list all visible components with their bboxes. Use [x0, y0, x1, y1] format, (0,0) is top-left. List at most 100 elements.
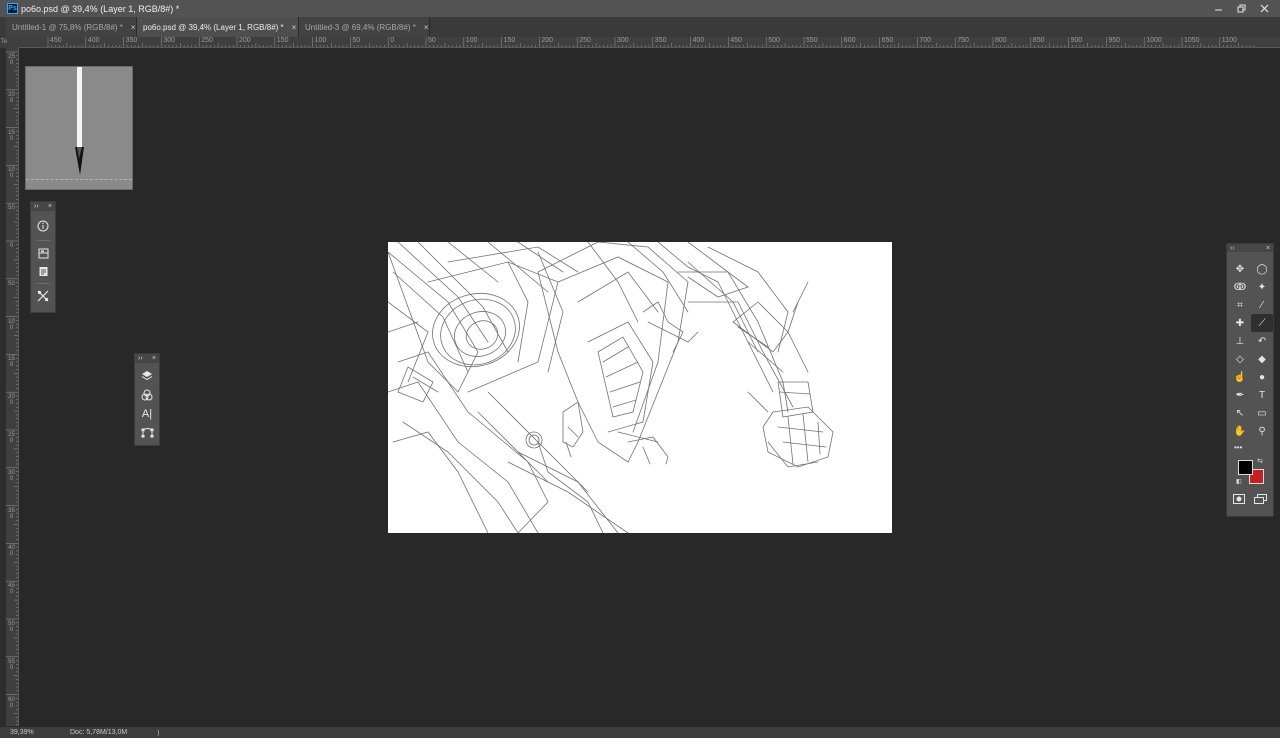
info-icon[interactable] — [31, 215, 55, 237]
healing-brush-tool[interactable]: ✚ — [1229, 314, 1251, 332]
rectangle-tool[interactable]: ▭ — [1251, 404, 1273, 422]
expand-toolbar-icon[interactable]: ›› — [1230, 245, 1235, 252]
more-tools-icon[interactable]: ••• — [1227, 440, 1273, 454]
vertical-ruler[interactable]: 250 200 150 100 50 0 50 100 150 200 250 300 350 400 45… — [6, 48, 19, 726]
smudge-tool[interactable]: ☝ — [1229, 368, 1251, 386]
ruler-label: 400 — [692, 37, 705, 44]
history-brush-tool[interactable]: ↶ — [1251, 332, 1273, 350]
ruler-label: 0 — [9, 243, 14, 249]
layers-mini-panel: ›› × A| — [134, 353, 160, 446]
ruler-label: 150 — [276, 37, 289, 44]
magic-wand-tool[interactable]: ✦ — [1251, 278, 1273, 296]
color-swatches-icon[interactable] — [135, 385, 159, 404]
ruler-label: 350 — [8, 507, 15, 520]
close-toolbar-icon[interactable]: × — [1266, 245, 1270, 252]
eraser-tool[interactable]: ◇ — [1229, 350, 1251, 368]
tab-untitled-3[interactable]: Untitled-3 @ 69,4% (RGB/8#) * × — [299, 17, 430, 37]
brush-tip-preview — [25, 66, 133, 190]
ruler-corner[interactable]: Te — [0, 37, 19, 48]
title-bar: Ps ро6о.psd @ 39,4% (Layer 1, RGB/8#) * — [0, 0, 1280, 17]
close-panel-icon[interactable]: × — [152, 355, 156, 362]
doc-size-info: Doc: 5,78M/13,0M — [70, 729, 128, 736]
zoom-tool[interactable]: ⚲ — [1251, 422, 1273, 440]
ruler-label: 100 — [8, 167, 15, 180]
crop-tool[interactable]: ⌗ — [1229, 296, 1251, 314]
quick-mask-icon[interactable] — [1233, 494, 1245, 504]
ruler-label: 1000 — [1146, 37, 1162, 44]
ruler-label: 400 — [8, 545, 15, 558]
move-tool[interactable]: ✥ — [1229, 260, 1251, 278]
lasso-tool[interactable]: ↂ — [1229, 278, 1251, 296]
tool-grid: ✥ ◯ ↂ ✦ ⌗ ⁄ ✚ ⟋ ⊥ ↶ ◇ ◆ ☝ ● ✒ T ↖ ▭ ✋ ⚲ — [1227, 260, 1273, 440]
character-icon[interactable]: A| — [135, 404, 159, 423]
ruler-label: 550 — [8, 658, 15, 671]
ruler-label: 300 — [8, 469, 15, 482]
ruler-label: 50 — [428, 37, 436, 44]
close-icon — [1260, 4, 1269, 13]
close-window-button[interactable] — [1253, 0, 1276, 17]
tool-presets-icon[interactable] — [31, 287, 55, 305]
foreground-color-swatch[interactable] — [1238, 460, 1253, 475]
tab-label: Untitled-1 @ 75,8% (RGB/8#) * — [12, 22, 123, 32]
elliptical-marquee-tool[interactable]: ◯ — [1251, 260, 1273, 278]
photoshop-logo-icon: Ps — [7, 3, 18, 14]
document-tab-bar: Untitled-1 @ 75,8% (RGB/8#) * × ро6о.psd… — [0, 17, 1280, 37]
hand-tool[interactable]: ✋ — [1229, 422, 1251, 440]
paths-icon[interactable] — [135, 423, 159, 442]
layers-icon[interactable] — [135, 366, 159, 385]
tab-close-icon[interactable]: × — [292, 23, 297, 32]
robot-sketch — [388, 242, 834, 533]
default-colors-icon[interactable]: ◧ — [1236, 478, 1242, 485]
pen-tool[interactable]: ✒ — [1229, 386, 1251, 404]
photoshop-window: Ps ро6о.psd @ 39,4% (Layer 1, RGB/8#) * … — [0, 0, 1280, 738]
expand-panel-icon[interactable]: ›› — [138, 355, 143, 362]
ruler-label: 700 — [919, 37, 932, 44]
path-selection-tool[interactable]: ↖ — [1229, 404, 1251, 422]
close-panel-icon[interactable]: × — [48, 203, 52, 210]
eyedropper-tool[interactable]: ⁄ — [1251, 296, 1273, 314]
minimize-icon — [1215, 9, 1222, 11]
ruler-label: 1050 — [1184, 37, 1200, 44]
expand-panel-icon[interactable]: ›› — [34, 203, 39, 210]
tab-close-icon[interactable]: × — [131, 23, 136, 32]
tab-untitled-1[interactable]: Untitled-1 @ 75,8% (RGB/8#) * × — [6, 17, 137, 37]
zoom-level[interactable]: 39,39% — [10, 729, 34, 736]
toolbar-header[interactable]: ›› × — [1227, 244, 1273, 252]
ruler-label: 350 — [125, 37, 138, 44]
type-tool[interactable]: T — [1251, 386, 1273, 404]
brush-stroke-preview — [75, 67, 84, 175]
clone-stamp-tool[interactable]: ⊥ — [1229, 332, 1251, 350]
tab-close-icon[interactable]: × — [424, 23, 429, 32]
restore-icon — [1237, 4, 1246, 13]
ruler-label: 1100 — [1221, 37, 1237, 44]
swap-colors-icon[interactable]: ⇆ — [1257, 457, 1263, 465]
window-title: ро6о.psd @ 39,4% (Layer 1, RGB/8#) * — [21, 3, 180, 14]
ruler-label: 50 — [352, 37, 361, 44]
ruler-label: 750 — [957, 37, 969, 44]
horizontal-ruler[interactable]: 450 400 350 300 250 200 150 100 50 0 50 100 150 200 25… — [19, 37, 1280, 48]
restore-button[interactable] — [1230, 0, 1253, 17]
ruler-label: 600 — [8, 696, 15, 709]
brush-tool[interactable]: ⟋ — [1251, 314, 1273, 332]
document-canvas[interactable] — [388, 242, 892, 533]
minimize-button[interactable] — [1207, 0, 1230, 17]
history-icon[interactable] — [31, 244, 55, 262]
tab-label: ро6о.psd @ 39,4% (Layer 1, RGB/8#) * — [143, 22, 284, 32]
ruler-label: 300 — [617, 37, 629, 44]
tab-robo-psd[interactable]: ро6о.psd @ 39,4% (Layer 1, RGB/8#) * × — [137, 17, 299, 37]
ruler-label: 250 — [201, 37, 213, 44]
ruler-label: 200 — [8, 91, 15, 104]
panel-header[interactable]: ›› × — [31, 202, 55, 211]
notes-icon[interactable] — [31, 262, 55, 280]
dodge-tool[interactable]: ● — [1251, 368, 1273, 386]
screen-mode-icon[interactable] — [1254, 494, 1267, 504]
status-bar: 39,39% Doc: 5,78M/13,0M ⟩ — [0, 726, 1280, 738]
ruler-label: 400 — [87, 37, 100, 44]
panel-header[interactable]: ›› × — [135, 354, 159, 363]
properties-mini-panel: ›› × — [30, 201, 56, 313]
tab-label: Untitled-3 @ 69,4% (RGB/8#) * — [305, 22, 416, 32]
status-menu-arrow-icon[interactable]: ⟩ — [157, 729, 160, 737]
color-swatches: ⇆ ◧ — [1227, 457, 1273, 490]
paint-bucket-tool[interactable]: ◆ — [1251, 350, 1273, 368]
ruler-label: 200 — [541, 37, 554, 44]
